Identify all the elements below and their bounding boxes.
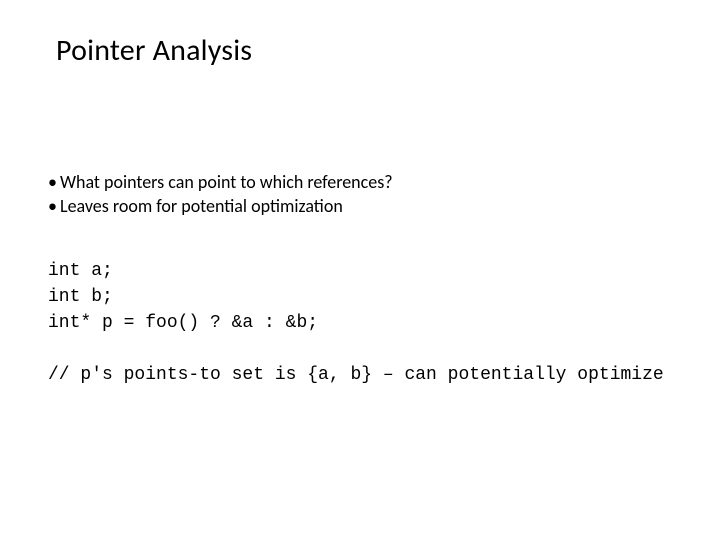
bullet-item: • What pointers can point to which refer…	[48, 170, 393, 194]
bullet-text: Leaves room for potential optimization	[60, 194, 343, 218]
code-block: int a; int b; int* p = foo() ? &a : &b;	[48, 258, 318, 336]
slide-title: Pointer Analysis	[56, 32, 252, 69]
code-line: int a;	[48, 261, 113, 281]
slide: Pointer Analysis • What pointers can poi…	[0, 0, 720, 540]
bullet-list: • What pointers can point to which refer…	[48, 170, 393, 219]
bullet-dot-icon: •	[48, 194, 60, 218]
code-line: int b;	[48, 287, 113, 307]
code-line: int* p = foo() ? &a : &b;	[48, 313, 318, 333]
code-comment: // p's points-to set is {a, b} – can pot…	[48, 362, 664, 388]
bullet-dot-icon: •	[48, 170, 60, 194]
bullet-text: What pointers can point to which referen…	[60, 170, 393, 194]
bullet-item: • Leaves room for potential optimization	[48, 194, 393, 218]
